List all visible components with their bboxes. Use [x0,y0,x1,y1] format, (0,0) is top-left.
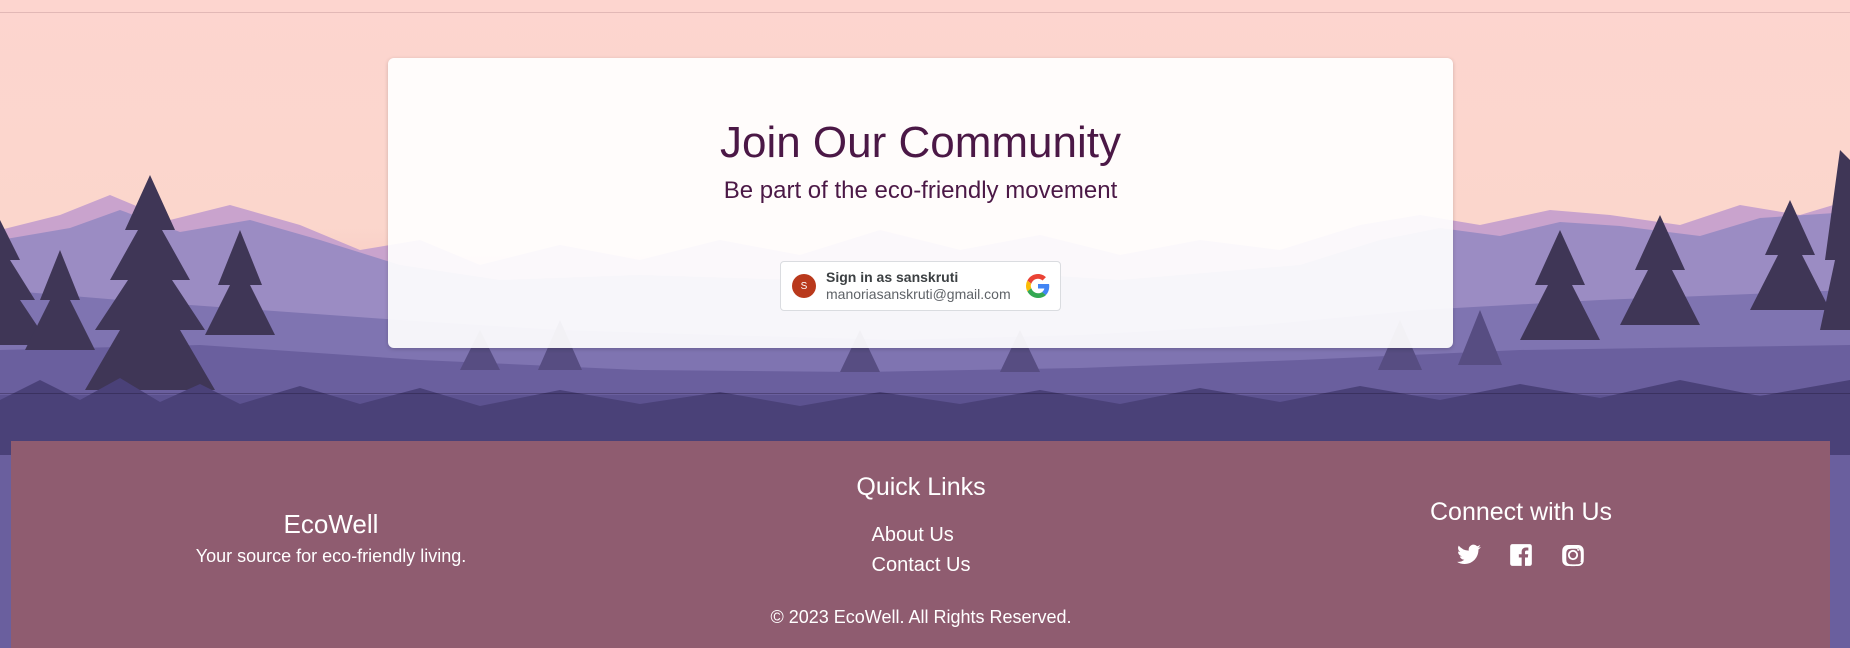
join-community-card: Join Our Community Be part of the eco-fr… [388,58,1453,348]
footer-social: Connect with Us [1211,498,1831,568]
twitter-icon[interactable] [1456,542,1482,568]
footer-brand-tagline: Your source for eco-friendly living. [195,546,467,566]
google-signin-text: Sign in as sanskruti manoriasanskruti@gm… [826,269,1026,303]
site-footer: EcoWell Your source for eco-friendly liv… [11,441,1830,648]
google-logo-icon [1026,274,1050,298]
footer-copyright: © 2023 EcoWell. All Rights Reserved. [770,607,1072,627]
footer-brand: EcoWell Your source for eco-friendly liv… [11,509,651,567]
avatar: S [792,274,816,298]
quick-links-heading: Quick Links [856,473,986,501]
footer-link-contact-us[interactable]: Contact Us [872,550,971,580]
connect-heading: Connect with Us [1429,498,1613,526]
quick-links-list: About Us Contact Us [872,520,971,580]
instagram-icon[interactable] [1560,542,1586,568]
google-signin-email: manoriasanskruti@gmail.com [826,286,1011,302]
google-signin-button[interactable]: S Sign in as sanskruti manoriasanskruti@… [780,261,1061,311]
social-icons [1211,542,1831,568]
card-title: Join Our Community [719,118,1121,167]
top-divider [0,12,1850,13]
facebook-icon[interactable] [1508,542,1534,568]
section-divider [0,393,1850,394]
footer-quick-links: Quick Links About Us Contact Us [611,473,1231,580]
footer-brand-name: EcoWell [283,509,379,539]
google-signin-label: Sign in as sanskruti [826,269,959,285]
card-subtitle: Be part of the eco-friendly movement [723,177,1118,204]
footer-link-about-us[interactable]: About Us [872,520,971,550]
